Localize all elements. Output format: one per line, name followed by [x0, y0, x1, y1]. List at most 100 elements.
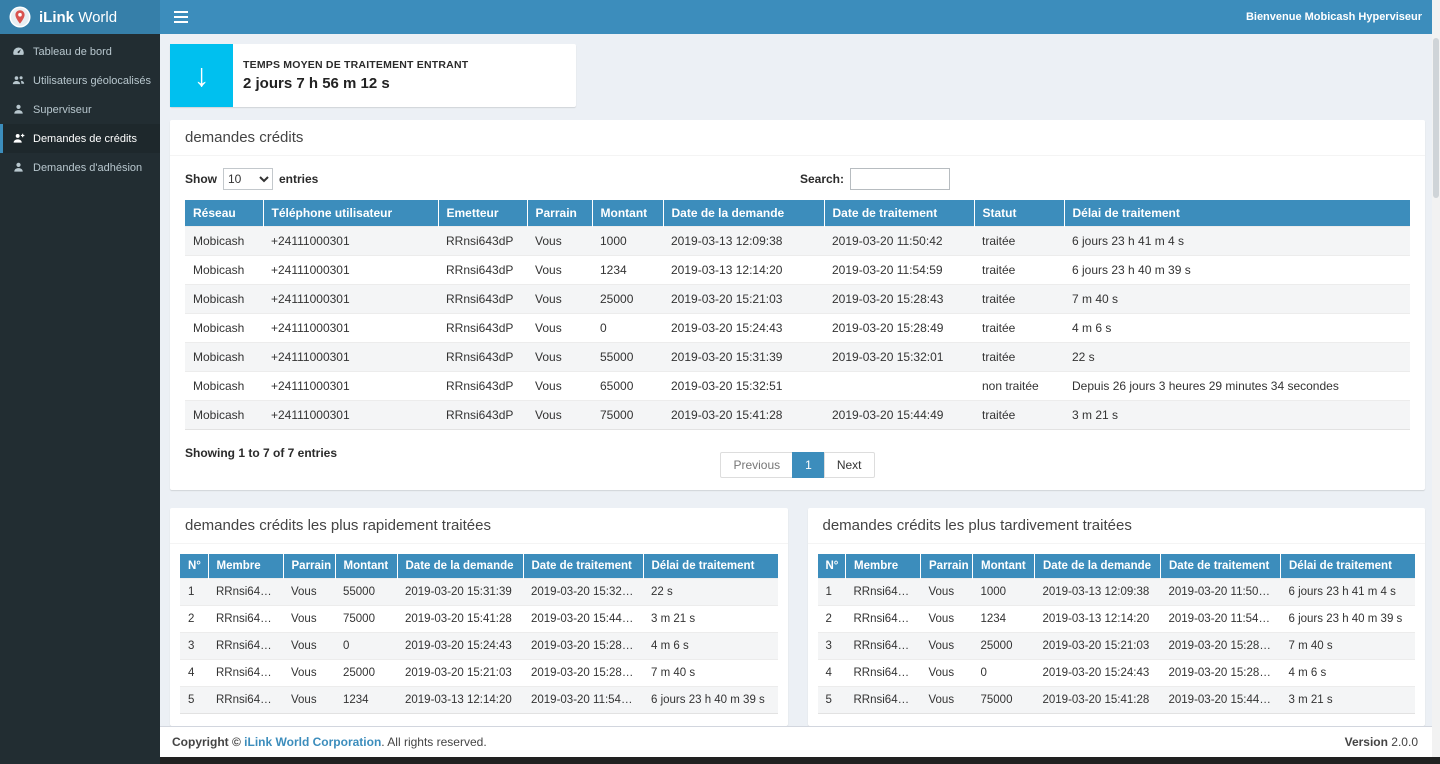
table-cell: 4: [818, 660, 846, 687]
table-cell: 2019-03-20 15:41:28: [1035, 687, 1161, 714]
table-cell: 1000: [592, 227, 663, 256]
avg-processing-time-infobox: ↓ TEMPS MOYEN DE TRAITEMENT ENTRANT 2 jo…: [170, 44, 576, 107]
table-cell: 4 m 6 s: [643, 633, 778, 660]
table-cell: 6 jours 23 h 41 m 4 s: [1281, 579, 1416, 606]
fastest-processed-table: N°MembreParrainMontantDate de la demande…: [180, 554, 778, 714]
table-cell: 65000: [592, 372, 663, 401]
table-cell: +24111000301: [263, 314, 438, 343]
table-cell: 1: [818, 579, 846, 606]
table-cell: Mobicash: [185, 372, 263, 401]
pagination-page-1-button[interactable]: 1: [792, 452, 825, 478]
pagination-previous-button[interactable]: Previous: [720, 452, 793, 478]
table-cell: RRnsi643dP: [208, 687, 283, 714]
table-cell: 2019-03-20 11:54:59: [1161, 606, 1281, 633]
table-cell: 1234: [592, 256, 663, 285]
table-cell: 4: [180, 660, 208, 687]
table-cell: 4 m 6 s: [1064, 314, 1410, 343]
table-cell: 0: [973, 660, 1035, 687]
column-header[interactable]: Date de traitement: [824, 200, 974, 227]
table-cell: 2019-03-20 15:41:28: [397, 606, 523, 633]
footer-copyright: Copyright © iLink World Corporation. All…: [172, 735, 487, 749]
welcome-text: Bienvenue Mobicash Hyperviseur: [1246, 11, 1422, 23]
show-label: Show: [185, 172, 217, 186]
table-row: Mobicash+24111000301RRnsi643dPVous550002…: [185, 343, 1410, 372]
table-cell: 2019-03-20 15:21:03: [397, 660, 523, 687]
slowest-processed-panel: demandes crédits les plus tardivement tr…: [808, 508, 1426, 726]
table-cell: 55000: [592, 343, 663, 372]
app-logo-icon: [9, 6, 31, 28]
pagination-next-button[interactable]: Next: [824, 452, 875, 478]
column-header: Date de traitement: [1161, 554, 1281, 579]
sidebar-menu: Tableau de bord Utilisateurs géolocalisé…: [0, 37, 160, 182]
column-header: Membre: [846, 554, 921, 579]
vertical-scrollbar[interactable]: [1432, 0, 1440, 757]
sidebar-toggle-button[interactable]: [160, 0, 202, 34]
table-row: 3RRnsi643dPVous02019-03-20 15:24:432019-…: [180, 633, 778, 660]
table-cell: 2019-03-20 15:28:49: [1161, 660, 1281, 687]
column-header[interactable]: Emetteur: [438, 200, 527, 227]
table-cell: RRnsi643dP: [438, 227, 527, 256]
table-cell: 3 m 21 s: [1281, 687, 1416, 714]
table-cell: Vous: [527, 343, 592, 372]
table-row: Mobicash+24111000301RRnsi643dPVous100020…: [185, 227, 1410, 256]
fastest-processed-panel-title: demandes crédits les plus rapidement tra…: [170, 508, 788, 544]
table-cell: 3 m 21 s: [643, 606, 778, 633]
table-cell: Vous: [527, 285, 592, 314]
table-cell: non traitée: [974, 372, 1064, 401]
column-header[interactable]: Statut: [974, 200, 1064, 227]
table-cell: RRnsi643dP: [438, 285, 527, 314]
bottom-scrollbar-strip: [160, 757, 1440, 764]
column-header[interactable]: Réseau: [185, 200, 263, 227]
sidebar-item-label: Demandes de crédits: [33, 133, 137, 145]
column-header[interactable]: Parrain: [527, 200, 592, 227]
column-header[interactable]: Montant: [592, 200, 663, 227]
column-header[interactable]: Date de la demande: [663, 200, 824, 227]
table-cell: 1234: [335, 687, 397, 714]
table-cell: RRnsi643dP: [438, 343, 527, 372]
table-cell: traitée: [974, 256, 1064, 285]
sidebar-item-credit-requests[interactable]: Demandes de crédits: [0, 124, 160, 153]
table-cell: 7 m 40 s: [643, 660, 778, 687]
table-cell: Mobicash: [185, 314, 263, 343]
table-row: 5RRnsi643dPVous750002019-03-20 15:41:282…: [818, 687, 1416, 714]
membership-icon: [12, 161, 25, 174]
column-header: Date de la demande: [397, 554, 523, 579]
search-input[interactable]: [850, 168, 950, 190]
scrollbar-thumb[interactable]: [1433, 38, 1439, 198]
table-cell: 1: [180, 579, 208, 606]
table-cell: traitée: [974, 285, 1064, 314]
pagination: Previous 1 Next: [185, 444, 1410, 478]
entries-length-control: Show 10 entries: [185, 168, 318, 190]
table-cell: 6 jours 23 h 40 m 39 s: [643, 687, 778, 714]
table-cell: 7 m 40 s: [1281, 633, 1416, 660]
column-header: Parrain: [921, 554, 973, 579]
table-cell: 55000: [335, 579, 397, 606]
table-cell: RRnsi643dP: [438, 372, 527, 401]
table-cell: RRnsi643dP: [846, 606, 921, 633]
sidebar-item-geolocated-users[interactable]: Utilisateurs géolocalisés: [0, 66, 160, 95]
table-info: Showing 1 to 7 of 7 entries: [185, 446, 337, 460]
footer-company-link[interactable]: iLink World Corporation: [244, 735, 381, 749]
sidebar-item-dashboard[interactable]: Tableau de bord: [0, 37, 160, 66]
sidebar-item-supervisor[interactable]: Superviseur: [0, 95, 160, 124]
sidebar-item-membership-requests[interactable]: Demandes d'adhésion: [0, 153, 160, 182]
table-cell: Vous: [283, 687, 335, 714]
table-cell: RRnsi643dP: [208, 579, 283, 606]
sidebar-item-label: Superviseur: [33, 104, 92, 116]
credit-requests-panel: demandes crédits Show 10 entries Search:: [170, 120, 1425, 490]
table-cell: Vous: [527, 227, 592, 256]
table-cell: RRnsi643dP: [208, 660, 283, 687]
table-cell: 2019-03-20 15:24:43: [1035, 660, 1161, 687]
table-row: Mobicash+24111000301RRnsi643dPVous250002…: [185, 285, 1410, 314]
table-row: 1RRnsi643dPVous10002019-03-13 12:09:3820…: [818, 579, 1416, 606]
entries-select[interactable]: 10: [223, 168, 273, 190]
column-header: Montant: [335, 554, 397, 579]
table-cell: 2019-03-20 15:44:49: [523, 606, 643, 633]
column-header[interactable]: Téléphone utilisateur: [263, 200, 438, 227]
table-cell: 2019-03-20 15:31:39: [663, 343, 824, 372]
column-header[interactable]: Délai de traitement: [1064, 200, 1410, 227]
brand-link[interactable]: iLink World: [0, 0, 160, 34]
table-cell: 2019-03-20 15:31:39: [397, 579, 523, 606]
table-row: Mobicash+24111000301RRnsi643dPVous02019-…: [185, 314, 1410, 343]
table-cell: 2019-03-20 11:50:42: [1161, 579, 1281, 606]
